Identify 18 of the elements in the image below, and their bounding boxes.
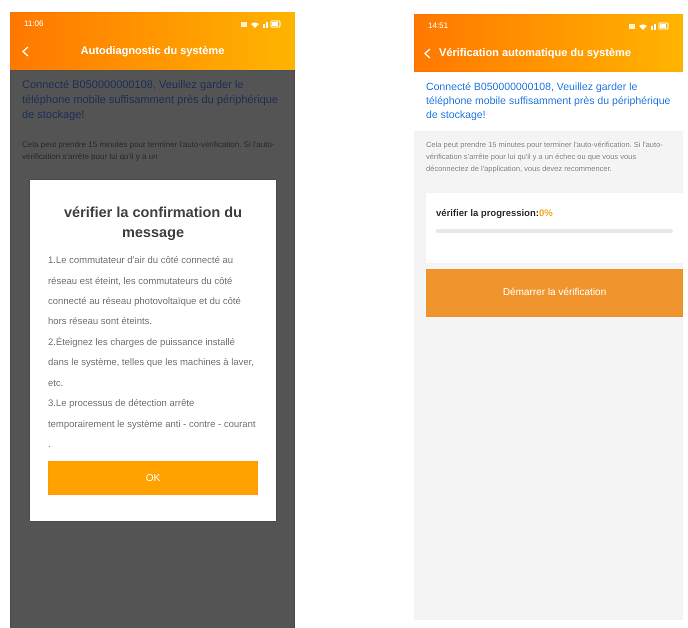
status-time: 14:51 xyxy=(428,20,448,32)
connection-notice: Connecté B050000000108, Veuillez garder le téléphone mobile suffisamment près du périphérique de stockage! xyxy=(21,78,280,123)
back-icon[interactable] xyxy=(424,48,431,58)
dialog-text: 2.Éteignez les charges de puissance installé dans le système, telles que les machines à laver, etc. xyxy=(48,336,255,391)
back-icon[interactable] xyxy=(22,46,29,56)
start-button[interactable]: Démarrer la vérification xyxy=(426,268,683,317)
screen-title: Autodiagnostic du système xyxy=(80,44,224,59)
progress-label: vérifier la progression: xyxy=(436,206,539,221)
status-time: 11:06 xyxy=(24,18,44,30)
status-icons xyxy=(241,20,281,28)
ok-button[interactable]: OK xyxy=(48,461,258,496)
screen-title: Vérification automatique du système xyxy=(439,46,631,61)
dialog-text: 1.Le commutateur d'air du côté connecté au réseau est éteint, les commutateurs du côté connecté au réseau photovoltaïque et du côté hors réseau sont éteints. xyxy=(48,254,242,330)
dialog-title: vérifier la confirmation du message xyxy=(62,204,244,243)
connection-notice: Connecté B050000000108, Veuillez garder le téléphone mobile suffisamment près du périphérique de stockage! xyxy=(414,72,683,131)
status-icons xyxy=(629,22,669,30)
dialog-text: 3.Le processus de détection arrête temporairement le système anti - contre - courant . xyxy=(48,397,257,452)
progress-value: 0% xyxy=(538,206,553,221)
